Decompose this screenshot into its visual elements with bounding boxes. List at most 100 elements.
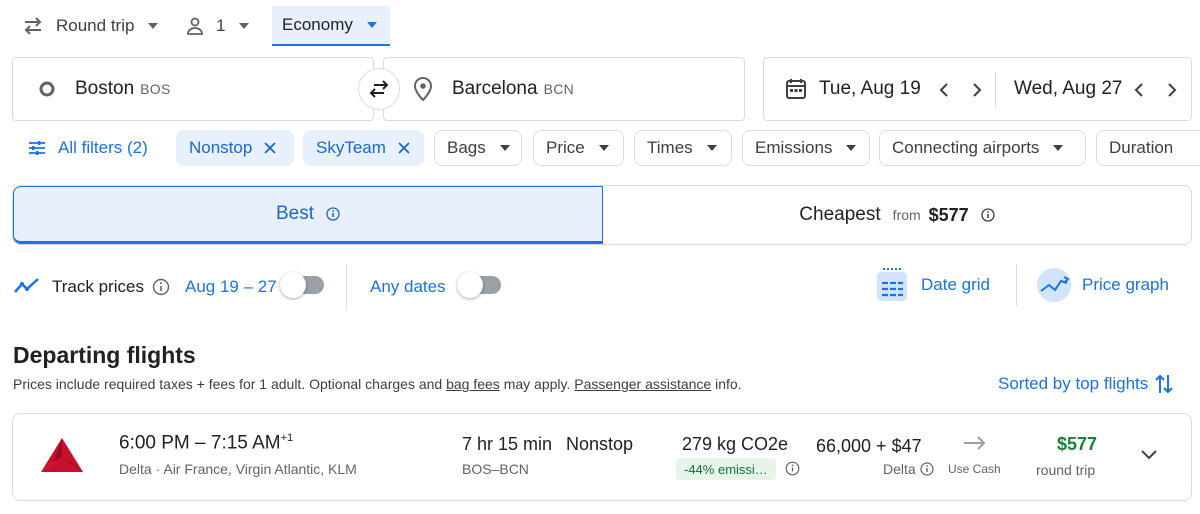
info-icon[interactable] xyxy=(326,207,340,221)
chip-label: Price xyxy=(546,138,585,157)
flight-stops: Nonstop xyxy=(566,434,634,454)
swap-locations-button[interactable] xyxy=(358,68,400,110)
price-graph-label: Price graph xyxy=(1082,275,1169,294)
info-icon[interactable] xyxy=(785,461,800,476)
caret-down-icon xyxy=(239,23,250,29)
track-date-range: Aug 19 – 27 xyxy=(185,277,277,296)
origin-input[interactable]: Boston BOS xyxy=(12,57,374,121)
emissions-badge: -44% emissi… xyxy=(676,458,776,480)
filter-chip-price[interactable]: Price xyxy=(533,130,624,166)
destination-input[interactable]: Barcelona BCN xyxy=(383,57,745,121)
filter-chip-skyteam[interactable]: SkyTeam xyxy=(303,130,424,166)
filter-chip-duration[interactable]: Duration xyxy=(1096,130,1200,166)
close-icon[interactable] xyxy=(398,142,410,154)
miles-price: 66,000 + $47 xyxy=(816,436,922,456)
calendar-icon xyxy=(785,78,807,100)
tab-cheapest[interactable]: Cheapest from $577 xyxy=(603,186,1191,244)
day-offset: +1 xyxy=(280,432,294,444)
tab-best[interactable]: Best xyxy=(13,186,603,244)
any-dates-toggle[interactable] xyxy=(457,272,501,298)
depart-next-button[interactable] xyxy=(965,78,989,102)
close-icon[interactable] xyxy=(264,142,276,154)
filter-sliders-icon xyxy=(28,140,46,156)
flight-times-text: 6:00 PM – 7:15 AM xyxy=(119,432,281,454)
destination-city: Barcelona xyxy=(452,78,538,99)
note-text: may apply. xyxy=(499,376,575,392)
departing-flights-heading: Departing flights xyxy=(13,342,196,368)
caret-down-icon xyxy=(598,145,609,151)
bag-fees-link[interactable]: bag fees xyxy=(446,376,500,392)
track-prices-toggle[interactable] xyxy=(280,272,324,298)
caret-down-icon xyxy=(1053,145,1064,151)
chip-label: Times xyxy=(647,138,693,157)
flight-airlines: Delta · Air France, Virgin Atlantic, KLM xyxy=(119,461,357,477)
caret-down-icon xyxy=(366,22,377,28)
passengers-count: 1 xyxy=(216,16,226,35)
swap-arrows-icon xyxy=(22,17,44,35)
filter-chip-emissions[interactable]: Emissions xyxy=(742,130,870,166)
sort-arrows-icon xyxy=(1154,373,1174,395)
info-icon[interactable] xyxy=(152,278,170,296)
date-divider xyxy=(995,72,996,108)
use-cash-label[interactable]: Use Cash xyxy=(948,462,1001,476)
location-pin-icon xyxy=(414,77,432,101)
all-filters-button[interactable]: All filters (2) xyxy=(28,130,148,166)
date-grid-label: Date grid xyxy=(921,275,990,294)
passengers-select[interactable]: 1 xyxy=(186,6,250,46)
date-grid-button[interactable]: Date grid xyxy=(876,266,990,304)
miles-airline: Delta xyxy=(883,461,916,477)
track-prices-label: Track prices xyxy=(52,277,144,296)
price-graph-button[interactable]: Price graph xyxy=(1036,266,1169,304)
origin-code: BOS xyxy=(140,81,171,97)
depart-prev-button[interactable] xyxy=(932,78,956,102)
flight-emissions: 279 kg CO2e xyxy=(682,434,789,454)
return-date[interactable]: Wed, Aug 27 xyxy=(1014,78,1122,100)
depart-date[interactable]: Tue, Aug 19 xyxy=(819,78,921,100)
origin-circle-icon xyxy=(39,81,55,97)
info-icon[interactable] xyxy=(920,462,934,476)
filter-chip-times[interactable]: Times xyxy=(634,130,732,166)
origin-city: Boston xyxy=(75,78,135,99)
caret-down-icon xyxy=(706,145,717,151)
passenger-assistance-link[interactable]: Passenger assistance xyxy=(574,376,711,392)
filter-chip-bags[interactable]: Bags xyxy=(434,130,522,166)
price-note: Prices include required taxes + fees for… xyxy=(13,376,742,392)
tab-cheapest-label: Cheapest xyxy=(799,204,881,225)
chevron-down-icon[interactable] xyxy=(1141,450,1157,460)
flight-route: BOS–BCN xyxy=(462,461,529,477)
info-icon[interactable] xyxy=(981,208,995,222)
filter-chip-connecting-airports[interactable]: Connecting airports xyxy=(879,130,1086,166)
flight-result-card[interactable]: 6:00 PM – 7:15 AM+1 Delta · Air France, … xyxy=(12,413,1192,501)
caret-down-icon xyxy=(499,145,510,151)
tab-best-label: Best xyxy=(275,203,315,224)
caret-down-icon xyxy=(148,23,159,29)
return-prev-button[interactable] xyxy=(1127,78,1151,102)
toggle-knob xyxy=(457,272,483,298)
return-next-button[interactable] xyxy=(1160,78,1184,102)
date-grid-icon xyxy=(876,268,908,302)
caret-down-icon xyxy=(846,145,857,151)
price-graph-icon xyxy=(1036,267,1072,303)
note-text: Prices include required taxes + fees for… xyxy=(13,376,447,392)
miles-airline-row: Delta xyxy=(883,461,934,477)
flight-times: 6:00 PM – 7:15 AM+1 xyxy=(119,432,293,454)
cheapest-price: $577 xyxy=(928,204,969,225)
trip-type-label: Round trip xyxy=(56,16,135,35)
swap-arrows-icon xyxy=(368,80,390,98)
cabin-class-select[interactable]: Economy xyxy=(272,6,390,46)
chip-label: Emissions xyxy=(755,138,833,157)
chip-label: Nonstop xyxy=(189,138,253,157)
filter-chip-nonstop[interactable]: Nonstop xyxy=(176,130,294,166)
trip-type-select[interactable]: Round trip xyxy=(22,6,159,46)
chip-label: Connecting airports xyxy=(892,138,1040,157)
sort-by-button[interactable]: Sorted by top flights xyxy=(998,372,1174,396)
divider xyxy=(1016,264,1017,306)
divider xyxy=(346,264,347,310)
date-range-input[interactable]: Tue, Aug 19 Wed, Aug 27 xyxy=(763,57,1192,121)
toggle-knob xyxy=(280,272,306,298)
any-dates-label: Any dates xyxy=(370,277,446,296)
destination-code: BCN xyxy=(543,81,575,97)
person-icon xyxy=(186,17,204,35)
delta-logo-icon xyxy=(41,438,83,472)
flight-price: $577 xyxy=(1057,434,1098,454)
